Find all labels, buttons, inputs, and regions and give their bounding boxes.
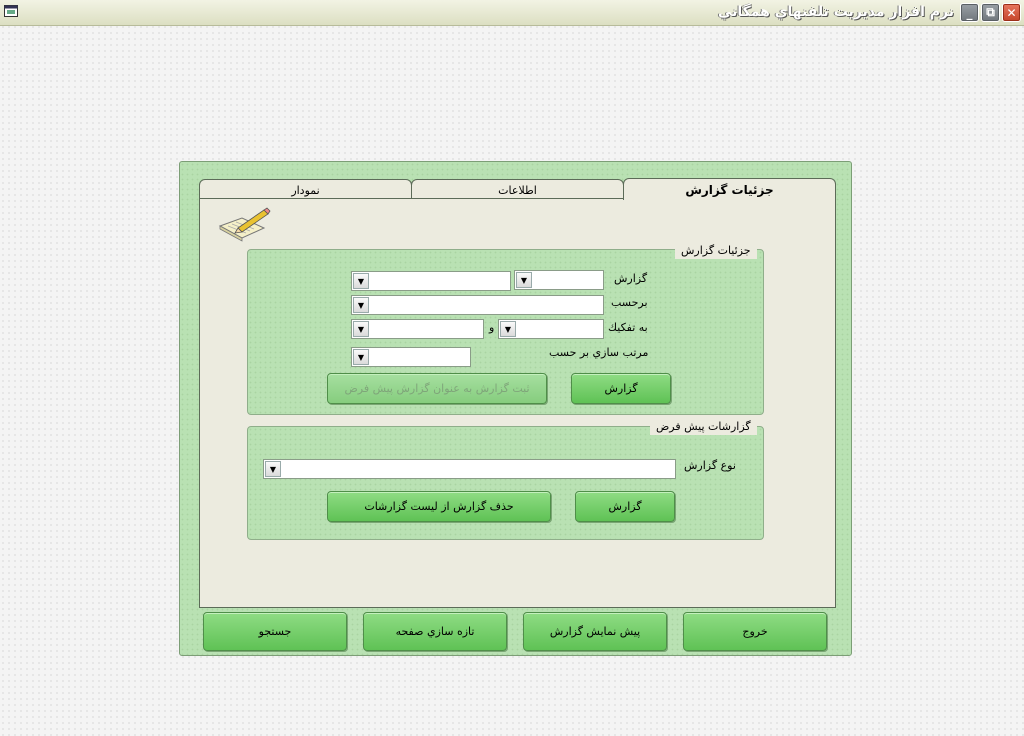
restore-button[interactable]: ⧉ bbox=[981, 3, 1000, 22]
report-type-select[interactable]: ▼ bbox=[263, 459, 676, 479]
report-label: گزارش bbox=[614, 272, 648, 285]
exit-button[interactable]: خروج bbox=[683, 612, 827, 651]
breakdown-label: به تفکيك bbox=[608, 321, 648, 334]
minimize-button[interactable]: _ bbox=[960, 3, 979, 22]
close-button[interactable]: ✕ bbox=[1002, 3, 1021, 22]
notepad-pencil-icon bbox=[218, 207, 271, 242]
default-reports-group bbox=[247, 426, 764, 540]
delete-report-button[interactable]: حذف گزارش از ليست گزارشات bbox=[327, 491, 551, 522]
report-button[interactable]: گزارش bbox=[571, 373, 671, 404]
sort-label: مرتب سازي بر حسب bbox=[549, 346, 649, 359]
report-details-title: جزئيات گزارش bbox=[675, 243, 757, 259]
report-type-combo[interactable]: ▼ bbox=[514, 270, 604, 290]
chevron-down-icon: ▼ bbox=[265, 461, 281, 477]
refresh-page-button[interactable]: تازه سازي صفحه bbox=[363, 612, 507, 651]
breakdown-combo-1[interactable]: ▼ bbox=[498, 319, 604, 339]
search-button[interactable]: جستجو bbox=[203, 612, 347, 651]
chevron-down-icon: ▼ bbox=[353, 321, 369, 337]
chevron-down-icon: ▼ bbox=[353, 349, 369, 365]
report-subtype-combo[interactable]: ▼ bbox=[351, 271, 511, 291]
chevron-down-icon: ▼ bbox=[500, 321, 516, 337]
and-label: و bbox=[489, 321, 495, 334]
tab-report-details[interactable]: جزئيات گزارش bbox=[623, 178, 836, 200]
tab-info[interactable]: اطلاعات bbox=[411, 179, 624, 200]
sort-combo[interactable]: ▼ bbox=[351, 347, 471, 367]
tab-chart[interactable]: نمودار bbox=[199, 179, 412, 200]
preset-report-button[interactable]: گزارش bbox=[575, 491, 675, 522]
chevron-down-icon: ▼ bbox=[353, 297, 369, 313]
save-default-button[interactable]: ثبت گزارش به عنوان گزارش پيش فرض bbox=[327, 373, 547, 404]
preview-report-button[interactable]: پيش نمايش گزارش bbox=[523, 612, 667, 651]
by-combo[interactable]: ▼ bbox=[351, 295, 604, 315]
chevron-down-icon: ▼ bbox=[516, 272, 532, 288]
by-label: برحسب bbox=[611, 296, 648, 309]
chevron-down-icon: ▼ bbox=[353, 273, 369, 289]
app-icon bbox=[4, 5, 18, 17]
default-reports-title: گزارشات پيش فرض bbox=[650, 419, 757, 435]
report-type-label: نوع گزارش bbox=[684, 459, 736, 472]
breakdown-combo-2[interactable]: ▼ bbox=[351, 319, 484, 339]
window-title: نرم افزار مديريت تلفنهاي همگاني bbox=[717, 4, 954, 20]
